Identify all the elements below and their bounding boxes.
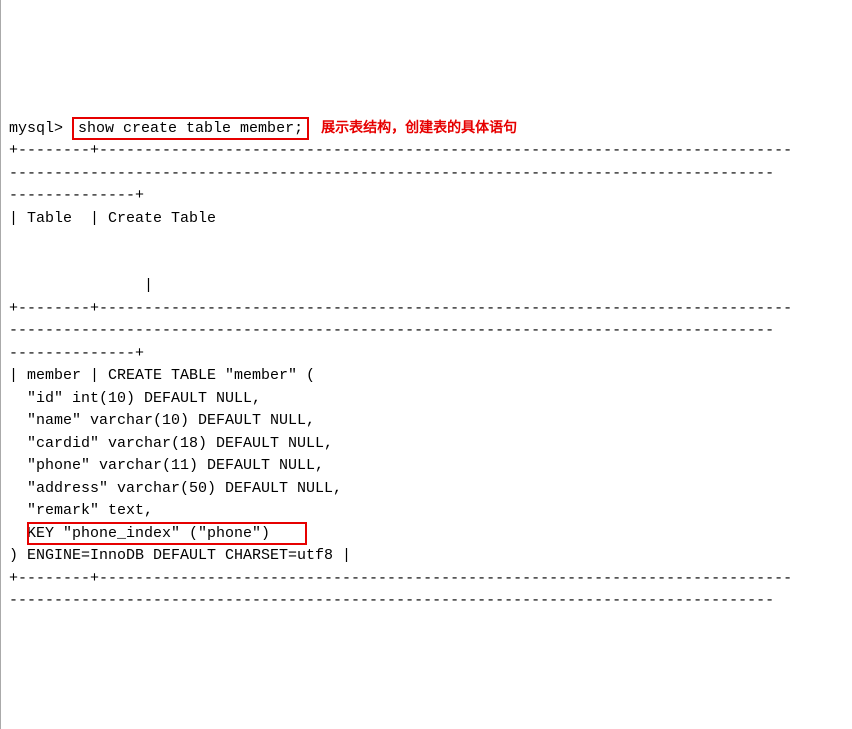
mysql-prompt: mysql> — [9, 120, 63, 137]
separator-line: ----------------------------------------… — [9, 592, 774, 609]
table-header-pipe: | — [9, 277, 153, 294]
column-def-cardid: "cardid" varchar(18) DEFAULT NULL, — [9, 435, 333, 452]
key-definition: KEY "phone_index" ("phone") — [9, 525, 270, 542]
column-def-remark: "remark" text, — [9, 502, 153, 519]
column-def-id: "id" int(10) DEFAULT NULL, — [9, 390, 261, 407]
column-def-phone: "phone" varchar(11) DEFAULT NULL, — [9, 457, 324, 474]
column-def-name: "name" varchar(10) DEFAULT NULL, — [9, 412, 315, 429]
separator-line: +--------+------------------------------… — [9, 142, 792, 159]
separator-line: --------------+ — [9, 187, 144, 204]
terminal-output: mysql> show create table member; 展示表结构，创建… — [9, 94, 844, 613]
key-definition-wrapper: KEY "phone_index" ("phone") — [9, 523, 270, 546]
separator-line: --------------+ — [9, 345, 144, 362]
sql-command: show create table member; — [78, 120, 303, 137]
annotation-text: 展示表结构，创建表的具体语句 — [321, 119, 517, 135]
create-table-line: | member | CREATE TABLE "member" ( — [9, 367, 315, 384]
separator-line: ----------------------------------------… — [9, 322, 774, 339]
command-highlight: show create table member; — [72, 117, 309, 141]
separator-line: +--------+------------------------------… — [9, 570, 792, 587]
separator-line: ----------------------------------------… — [9, 165, 774, 182]
table-header-row: | Table | Create Table — [9, 210, 216, 227]
separator-line: +--------+------------------------------… — [9, 300, 792, 317]
column-def-address: "address" varchar(50) DEFAULT NULL, — [9, 480, 342, 497]
engine-line: ) ENGINE=InnoDB DEFAULT CHARSET=utf8 | — [9, 547, 351, 564]
